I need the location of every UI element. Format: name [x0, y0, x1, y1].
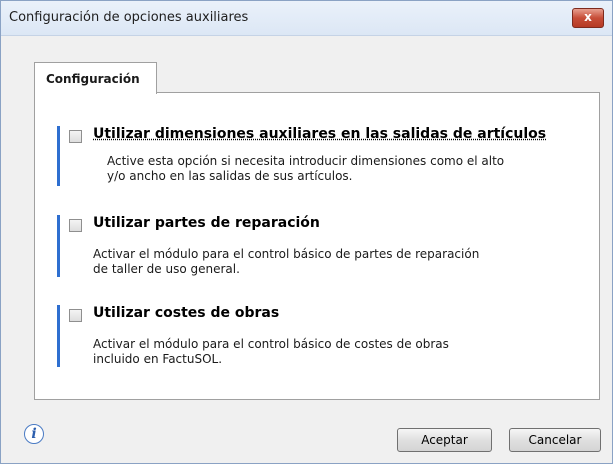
option-title[interactable]: Utilizar partes de reparación: [93, 215, 320, 231]
tab-configuracion[interactable]: Configuración: [34, 62, 157, 94]
option-description: Activar el módulo para el control básico…: [93, 247, 479, 277]
description-line: incluido en FactuSOL.: [93, 352, 223, 366]
option-costes-obras: Utilizar costes de obras Activar el módu…: [57, 305, 587, 370]
option-dimensiones: Utilizar dimensiones auxiliares en las s…: [57, 126, 587, 191]
description-line: Activar el módulo para el control básico…: [93, 247, 480, 261]
title-bar[interactable]: Configuración de opciones auxiliares x: [1, 1, 612, 36]
option-partes-reparacion: Utilizar partes de reparación Activar el…: [57, 215, 587, 280]
cancel-button[interactable]: Cancelar: [509, 428, 601, 452]
description-line: de taller de uso general.: [93, 262, 240, 276]
description-line: Activar el módulo para el control básico…: [93, 337, 449, 351]
close-icon: x: [584, 10, 592, 24]
accept-button[interactable]: Aceptar: [397, 428, 492, 452]
dimensiones-checkbox[interactable]: [69, 130, 82, 143]
description-line: Active esta opción si necesita introduci…: [107, 154, 505, 168]
option-description: Activar el módulo para el control básico…: [93, 337, 449, 367]
costes-obras-checkbox[interactable]: [69, 309, 82, 322]
tab-panel: Utilizar dimensiones auxiliares en las s…: [34, 92, 600, 400]
close-button[interactable]: x: [572, 8, 604, 28]
partes-reparacion-checkbox[interactable]: [69, 219, 82, 232]
tab-label: Configuración: [46, 72, 140, 86]
window-title: Configuración de opciones auxiliares: [9, 10, 249, 25]
option-description: Active esta opción si necesita introduci…: [107, 154, 504, 184]
option-title[interactable]: Utilizar costes de obras: [93, 305, 279, 321]
option-accent-bar: [57, 305, 60, 367]
option-title[interactable]: Utilizar dimensiones auxiliares en las s…: [93, 126, 546, 142]
description-line: y/o ancho en las salidas de sus artículo…: [107, 169, 353, 183]
option-accent-bar: [57, 215, 60, 277]
info-icon[interactable]: i: [24, 424, 44, 444]
option-accent-bar: [57, 126, 60, 186]
dialog-window: Configuración de opciones auxiliares x C…: [0, 0, 613, 464]
